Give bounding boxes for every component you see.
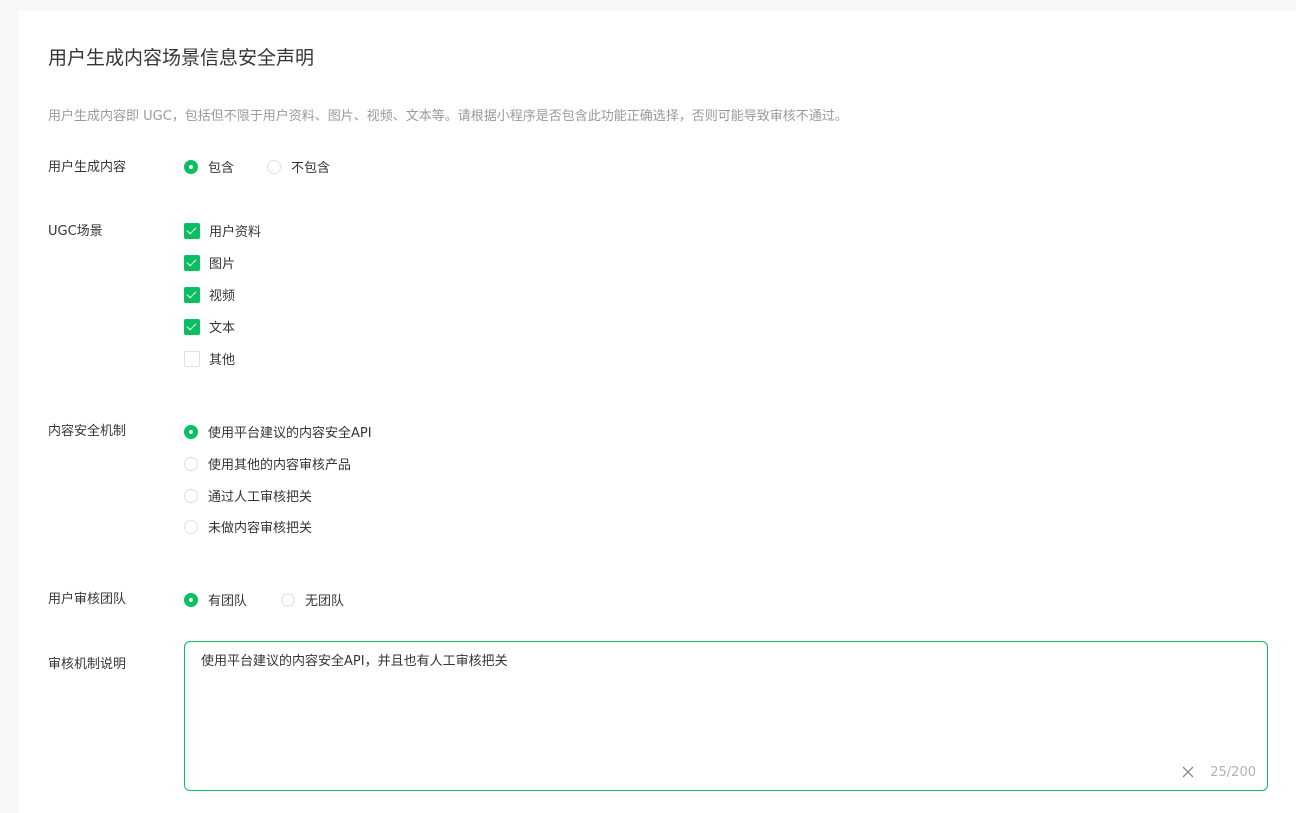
security-mechanism-label: 内容安全机制: [48, 424, 127, 439]
review-description-textarea[interactable]: 使用平台建议的内容安全API，并且也有人工审核把关: [185, 642, 1267, 757]
option-label: 文本: [209, 321, 236, 336]
ugc-scene-option-video[interactable]: 视频: [184, 285, 235, 304]
ugc-scene-option-image[interactable]: 图片: [184, 253, 235, 272]
security-option-platform-api[interactable]: 使用平台建议的内容安全API: [184, 422, 372, 441]
security-option-manual-review[interactable]: 通过人工审核把关: [184, 486, 312, 505]
char-counter: 25/200: [1210, 765, 1256, 780]
radio-unselected-icon: [281, 592, 295, 607]
option-label: 包含: [208, 161, 235, 176]
option-label: 图片: [209, 257, 236, 272]
option-label: 未做内容审核把关: [208, 521, 313, 536]
page-title: 用户生成内容场景信息安全声明: [48, 47, 315, 69]
form-card: 用户生成内容场景信息安全声明 用户生成内容即 UGC，包括但不限于用户资料、图片…: [18, 10, 1296, 813]
radio-selected-icon: [184, 159, 198, 174]
option-label: 不包含: [291, 161, 331, 176]
radio-unselected-icon: [267, 159, 281, 174]
ugc-content-label: 用户生成内容: [48, 160, 127, 175]
review-description-box: 使用平台建议的内容安全API，并且也有人工审核把关 25/200: [184, 641, 1268, 791]
radio-unselected-icon: [184, 488, 198, 503]
radio-unselected-icon: [184, 456, 198, 471]
review-description-label: 审核机制说明: [48, 657, 127, 672]
checkbox-checked-icon: [184, 254, 200, 271]
radio-unselected-icon: [184, 519, 198, 534]
option-label: 通过人工审核把关: [208, 490, 313, 505]
review-team-option-no[interactable]: 无团队: [281, 590, 344, 609]
option-label: 使用其他的内容审核产品: [208, 458, 352, 473]
option-label: 有团队: [208, 594, 248, 609]
radio-selected-icon: [184, 424, 198, 439]
option-label: 无团队: [305, 594, 345, 609]
radio-selected-icon: [184, 592, 198, 607]
option-label: 视频: [209, 289, 236, 304]
page-description: 用户生成内容即 UGC，包括但不限于用户资料、图片、视频、文本等。请根据小程序是…: [48, 109, 848, 124]
review-team-option-yes[interactable]: 有团队: [184, 590, 247, 609]
checkbox-unchecked-icon: [184, 350, 200, 367]
checkbox-checked-icon: [184, 222, 200, 239]
option-label: 用户资料: [209, 225, 262, 240]
ugc-content-option-include[interactable]: 包含: [184, 157, 234, 176]
clear-icon[interactable]: [1181, 765, 1195, 779]
option-label: 使用平台建议的内容安全API: [208, 426, 372, 441]
security-option-no-review[interactable]: 未做内容审核把关: [184, 517, 312, 536]
ugc-scene-option-other[interactable]: 其他: [184, 349, 235, 368]
checkbox-checked-icon: [184, 286, 200, 303]
ugc-scene-option-profile[interactable]: 用户资料: [184, 221, 261, 240]
checkbox-checked-icon: [184, 318, 200, 335]
ugc-scene-label: UGC场景: [48, 224, 103, 239]
ugc-content-option-exclude[interactable]: 不包含: [267, 157, 330, 176]
review-team-label: 用户审核团队: [48, 592, 127, 607]
security-option-other-product[interactable]: 使用其他的内容审核产品: [184, 454, 351, 473]
ugc-scene-option-text[interactable]: 文本: [184, 317, 235, 336]
option-label: 其他: [209, 353, 236, 368]
